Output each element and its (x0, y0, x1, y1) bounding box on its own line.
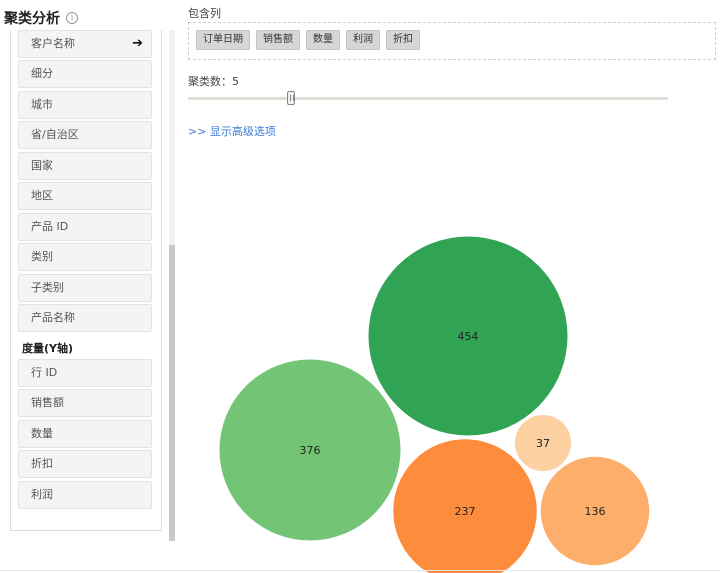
bottom-divider (0, 570, 720, 571)
cluster-bubble-label: 136 (585, 505, 606, 518)
cluster-bubble-label: 37 (536, 437, 550, 450)
cluster-bubble-chart: 454 376 237 136 37 (218, 235, 651, 573)
cluster-bubble-label: 237 (455, 505, 476, 518)
cluster-bubble-label: 454 (458, 330, 479, 343)
cluster-bubble-label: 376 (300, 444, 321, 457)
